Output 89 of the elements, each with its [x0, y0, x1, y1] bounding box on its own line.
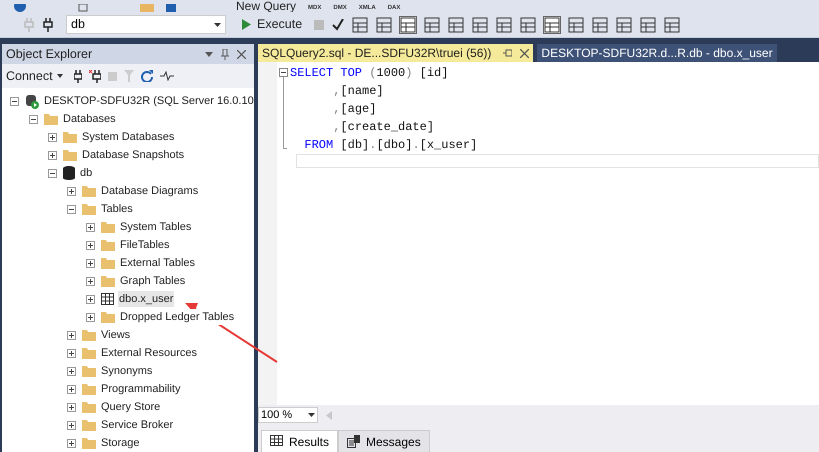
plug-icon[interactable]: [42, 18, 54, 32]
expander-icon[interactable]: [10, 96, 19, 106]
disconnect-icon[interactable]: [88, 70, 101, 82]
toolbar-icon[interactable]: [520, 16, 536, 32]
folder-icon: [101, 311, 115, 323]
expander-icon[interactable]: [67, 366, 76, 376]
caret-icon: [56, 74, 63, 78]
activity-icon[interactable]: [160, 71, 174, 81]
folder-icon: [82, 185, 96, 197]
folder-icon: [82, 203, 96, 215]
folder-icon: [82, 329, 96, 341]
pin-icon[interactable]: [221, 48, 229, 60]
expander-icon[interactable]: [48, 168, 57, 178]
tree-item[interactable]: dbo.x_user: [118, 290, 174, 308]
tree-item[interactable]: Dropped Ledger Tables: [119, 308, 236, 326]
play-icon: [242, 19, 251, 30]
table-icon: [101, 293, 114, 305]
toolbar-icon[interactable]: [448, 16, 464, 32]
pin-icon[interactable]: [503, 49, 512, 57]
expander-icon[interactable]: [86, 294, 95, 304]
page-icon[interactable]: [78, 4, 88, 12]
folder-icon: [101, 239, 115, 251]
close-icon[interactable]: [520, 48, 530, 58]
code-line: FROM [db].[dbo].[x_user]: [303, 137, 478, 154]
toolbar-icon[interactable]: [376, 16, 392, 32]
code-line: ,[age]: [332, 101, 376, 118]
expander-icon[interactable]: [67, 420, 76, 430]
panel-title: Object Explorer: [6, 46, 92, 63]
folder-icon: [63, 149, 77, 161]
expander-icon[interactable]: [67, 204, 76, 214]
toolbar-icon[interactable]: [352, 16, 368, 32]
toolbar-icon[interactable]: [568, 16, 584, 32]
close-icon[interactable]: [237, 50, 246, 58]
expander-icon[interactable]: [67, 384, 76, 394]
toolbar-icon[interactable]: [616, 16, 632, 32]
expander-icon[interactable]: [29, 114, 38, 124]
editor-tab[interactable]: SQLQuery2.sql - DE...SDFU32R\truei (56)): [258, 44, 534, 62]
code-line: SELECT TOP (1000) [id]: [290, 65, 448, 82]
folder-icon: [82, 419, 96, 431]
expander-icon[interactable]: [67, 186, 76, 196]
expander-icon[interactable]: [86, 276, 95, 286]
folder-icon: [82, 401, 96, 413]
zoom-dropdown[interactable]: 100 %: [258, 407, 318, 423]
toolbar-icon[interactable]: [400, 16, 416, 32]
plug-icon[interactable]: [74, 70, 82, 82]
folder-icon: [101, 275, 115, 287]
expander-icon[interactable]: [86, 312, 95, 322]
document-icon: [347, 435, 360, 448]
folder-icon: [101, 221, 115, 233]
database-dropdown[interactable]: db: [66, 15, 226, 34]
expander-icon[interactable]: [48, 132, 57, 142]
expander-icon[interactable]: [48, 150, 57, 160]
toolbar-icon[interactable]: [544, 16, 560, 32]
folder-icon: [44, 113, 58, 125]
toolbar-icon[interactable]: [472, 16, 488, 32]
caret-icon: [308, 413, 315, 417]
toolbar-icon[interactable]: [640, 16, 656, 32]
expander-icon[interactable]: [67, 348, 76, 358]
expander-icon[interactable]: [86, 240, 95, 250]
grid-icon: [270, 435, 283, 448]
caret-icon: [214, 22, 221, 26]
expander-icon[interactable]: [67, 330, 76, 340]
database-icon: [63, 166, 75, 180]
dropdown-icon[interactable]: [205, 52, 213, 56]
folder-icon: [82, 365, 96, 377]
server-icon: [25, 94, 39, 108]
checkmark-icon[interactable]: [332, 18, 344, 30]
folder-icon: [101, 257, 115, 269]
results-tab[interactable]: Messages: [338, 430, 430, 452]
refresh-icon[interactable]: [140, 70, 153, 82]
connect-button[interactable]: Connect: [6, 66, 63, 86]
toolbar-icon[interactable]: [592, 16, 608, 32]
code-line: ,[create_date]: [332, 119, 434, 136]
folder-icon: [82, 347, 96, 359]
expander-icon[interactable]: [67, 402, 76, 412]
toolbar-icon[interactable]: [664, 16, 680, 32]
expander-icon[interactable]: [67, 438, 76, 448]
expander-icon[interactable]: [86, 258, 95, 268]
toolbar-icon[interactable]: [496, 16, 512, 32]
folder-icon: [82, 437, 96, 449]
editor-tab[interactable]: DESKTOP-SDFU32R.d...R.db - dbo.x_user: [537, 44, 777, 62]
execute-button[interactable]: Execute: [242, 15, 302, 34]
code-line: ,[name]: [332, 83, 384, 100]
folder-icon: [63, 131, 77, 143]
folder-icon: [82, 383, 96, 395]
toolbar-icon[interactable]: [424, 16, 440, 32]
fold-icon[interactable]: [279, 68, 288, 77]
results-tab[interactable]: Results: [261, 430, 338, 452]
expander-icon[interactable]: [86, 222, 95, 232]
